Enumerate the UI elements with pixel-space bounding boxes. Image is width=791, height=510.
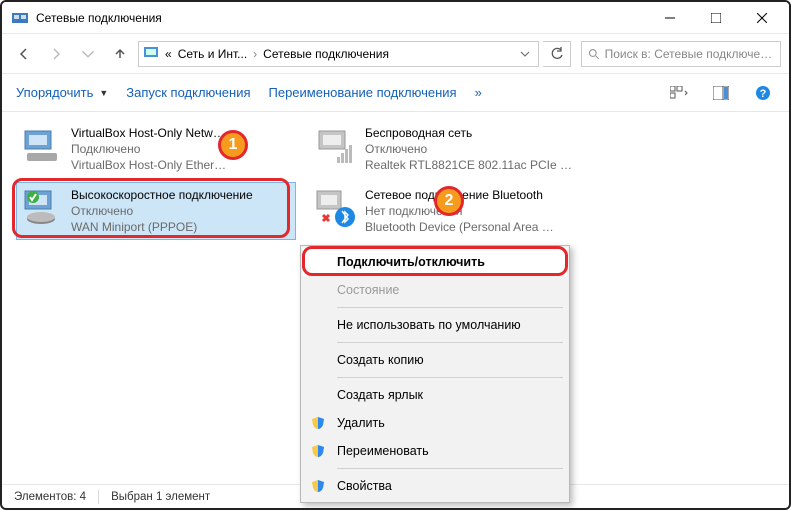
connection-item[interactable]: Беспроводная сеть Отключено Realtek RTL8… bbox=[310, 120, 590, 178]
ctx-create-copy[interactable]: Создать копию bbox=[303, 346, 567, 374]
history-dropdown[interactable] bbox=[74, 40, 102, 68]
help-button[interactable]: ? bbox=[751, 81, 775, 105]
start-connection-button[interactable]: Запуск подключения bbox=[126, 85, 250, 100]
connection-status: Отключено bbox=[71, 203, 253, 219]
network-adapter-icon bbox=[21, 125, 63, 167]
refresh-button[interactable] bbox=[543, 41, 571, 67]
connection-item[interactable]: VirtualBox Host-Only Netw… Подключено Vi… bbox=[16, 120, 296, 178]
organize-button[interactable]: Упорядочить▼ bbox=[16, 85, 108, 100]
crumb-1[interactable]: Сеть и Инт... bbox=[178, 47, 247, 61]
bluetooth-icon bbox=[315, 187, 357, 229]
shield-icon bbox=[311, 416, 325, 430]
chevron-right-icon[interactable]: › bbox=[253, 47, 257, 61]
preview-pane-button[interactable] bbox=[709, 81, 733, 105]
close-button[interactable] bbox=[739, 2, 785, 33]
connection-device: Bluetooth Device (Personal Area … bbox=[365, 219, 554, 235]
shield-icon bbox=[311, 479, 325, 493]
maximize-button[interactable] bbox=[693, 2, 739, 33]
view-options-button[interactable] bbox=[667, 81, 691, 105]
svg-text:?: ? bbox=[760, 88, 767, 100]
navbar: « Сеть и Инт... › Сетевые подключения По… bbox=[2, 34, 789, 74]
search-input[interactable]: Поиск в: Сетевые подключения bbox=[581, 41, 781, 67]
back-button[interactable] bbox=[10, 40, 38, 68]
ctx-separator bbox=[337, 307, 563, 308]
forward-button[interactable] bbox=[42, 40, 70, 68]
connection-status: Отключено bbox=[365, 141, 572, 157]
crumb-prefix: « bbox=[165, 47, 172, 61]
connection-device: Realtek RTL8821CE 802.11ac PCIe … bbox=[365, 157, 572, 173]
crumb-2[interactable]: Сетевые подключения bbox=[263, 47, 389, 61]
connection-item-selected[interactable]: Высокоскоростное подключение Отключено W… bbox=[16, 182, 296, 240]
status-selected: Выбран 1 элемент bbox=[111, 491, 210, 503]
broadband-icon bbox=[21, 187, 63, 229]
ctx-delete[interactable]: Удалить bbox=[303, 409, 567, 437]
connection-device: VirtualBox Host-Only Ether… bbox=[71, 157, 226, 173]
connection-name: Высокоскоростное подключение bbox=[71, 187, 253, 203]
connection-name: Сетевое подключение Bluetooth bbox=[365, 187, 554, 203]
ctx-properties[interactable]: Свойства bbox=[303, 472, 567, 500]
ctx-connect-disconnect[interactable]: Подключить/отключить bbox=[303, 248, 567, 276]
control-panel-icon bbox=[143, 44, 159, 63]
connection-status: Подключено bbox=[71, 141, 226, 157]
connection-name: VirtualBox Host-Only Netw… bbox=[71, 125, 226, 141]
window-title: Сетевые подключения bbox=[36, 11, 647, 25]
minimize-button[interactable] bbox=[647, 2, 693, 33]
connection-status: Нет подключения bbox=[365, 203, 554, 219]
network-folder-icon bbox=[12, 10, 28, 26]
ctx-status: Состояние bbox=[303, 276, 567, 304]
up-button[interactable] bbox=[106, 40, 134, 68]
titlebar: Сетевые подключения bbox=[2, 2, 789, 34]
rename-connection-button[interactable]: Переименование подключения bbox=[269, 85, 457, 100]
more-commands-button[interactable]: » bbox=[475, 85, 482, 100]
ctx-separator bbox=[337, 468, 563, 469]
connection-name: Беспроводная сеть bbox=[365, 125, 572, 141]
ctx-separator bbox=[337, 342, 563, 343]
command-bar: Упорядочить▼ Запуск подключения Переимен… bbox=[2, 74, 789, 112]
address-dropdown[interactable] bbox=[516, 49, 534, 59]
context-menu: Подключить/отключить Состояние Не исполь… bbox=[300, 245, 570, 503]
ctx-rename[interactable]: Переименовать bbox=[303, 437, 567, 465]
search-placeholder: Поиск в: Сетевые подключения bbox=[605, 47, 774, 61]
ctx-separator bbox=[337, 377, 563, 378]
connection-item[interactable]: Сетевое подключение Bluetooth Нет подклю… bbox=[310, 182, 590, 240]
ctx-create-shortcut[interactable]: Создать ярлык bbox=[303, 381, 567, 409]
status-item-count: Элементов: 4 bbox=[14, 491, 86, 503]
connection-device: WAN Miniport (PPPOE) bbox=[71, 219, 253, 235]
wifi-icon bbox=[315, 125, 357, 167]
ctx-no-default[interactable]: Не использовать по умолчанию bbox=[303, 311, 567, 339]
address-bar[interactable]: « Сеть и Инт... › Сетевые подключения bbox=[138, 41, 539, 67]
chevron-down-icon: ▼ bbox=[99, 88, 108, 98]
shield-icon bbox=[311, 444, 325, 458]
